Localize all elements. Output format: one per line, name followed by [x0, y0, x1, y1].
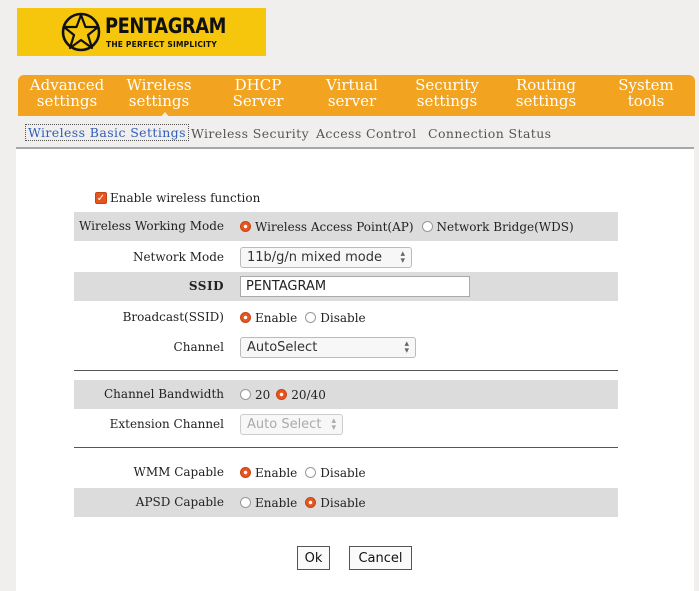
network-mode-select[interactable]: 11b/g/n mixed mode ▴ ▾ — [240, 247, 412, 268]
main-nav: Advanced settings Wireless settings DHCP… — [18, 75, 695, 116]
active-nav-indicator — [159, 112, 171, 119]
row-apsd: APSD Capable Enable Disable — [74, 488, 618, 517]
nav-advanced-settings[interactable]: Advanced settings — [22, 77, 112, 109]
nav-virtual-server[interactable]: Virtual server — [312, 77, 392, 109]
row-broadcast: Broadcast(SSID) Enable Disable — [74, 303, 618, 332]
select-arrows-icon: ▴ ▾ — [404, 339, 409, 356]
extension-channel-label: Extension Channel — [109, 417, 224, 431]
pentagram-star-icon — [61, 12, 101, 52]
nav-routing-settings[interactable]: Routing settings — [506, 77, 586, 109]
subtab-wireless-basic-settings[interactable]: Wireless Basic Settings — [25, 124, 189, 141]
row-extension-channel: Extension Channel Auto Select ▴ ▾ — [74, 410, 618, 439]
wmm-disable-label: Disable — [320, 465, 366, 480]
bandwidth-2040-label: 20/40 — [291, 387, 326, 402]
enable-wireless-label: Enable wireless function — [110, 191, 261, 205]
section-divider — [74, 447, 618, 448]
select-arrows-icon: ▴ ▾ — [400, 249, 405, 266]
working-mode-label: Wireless Working Mode — [79, 219, 224, 233]
broadcast-label: Broadcast(SSID) — [122, 310, 224, 324]
row-channel: Channel AutoSelect ▴ ▾ — [74, 333, 618, 362]
subtab-connection-status[interactable]: Connection Status — [428, 126, 552, 141]
extension-channel-select[interactable]: Auto Select ▴ ▾ — [240, 414, 343, 435]
row-working-mode: Wireless Working Mode Wireless Access Po… — [74, 212, 618, 241]
extension-channel-value: Auto Select — [247, 417, 322, 432]
broadcast-enable-radio[interactable] — [240, 312, 251, 323]
enable-wireless-checkbox[interactable]: ✓ — [95, 192, 107, 204]
bandwidth-20-radio[interactable] — [240, 389, 251, 400]
brand-logo: PENTAGRAM THE PERFECT SIMPLICITY — [17, 8, 266, 56]
row-channel-bandwidth: Channel Bandwidth 20 20/40 — [74, 380, 618, 409]
brand-tagline: THE PERFECT SIMPLICITY — [106, 40, 217, 49]
apsd-disable-radio[interactable] — [305, 497, 317, 508]
apsd-enable-label: Enable — [255, 495, 298, 510]
ssid-label: SSID — [188, 279, 224, 293]
channel-label: Channel — [173, 340, 224, 354]
working-mode-wds-radio[interactable] — [421, 221, 433, 232]
apsd-disable-label: Disable — [320, 495, 366, 510]
nav-security-settings[interactable]: Security settings — [407, 77, 487, 109]
bandwidth-2040-radio[interactable] — [276, 389, 288, 400]
section-divider — [74, 370, 618, 371]
working-mode-ap-radio[interactable] — [240, 221, 251, 232]
apsd-label: APSD Capable — [135, 495, 224, 509]
broadcast-enable-label: Enable — [255, 310, 298, 325]
network-mode-value: 11b/g/n mixed mode — [247, 250, 382, 265]
nav-system-tools[interactable]: System tools — [606, 77, 686, 109]
brand-name: PENTAGRAM — [105, 14, 226, 38]
working-mode-ap-label: Wireless Access Point(AP) — [255, 219, 414, 234]
nav-wireless-settings[interactable]: Wireless settings — [119, 77, 199, 109]
subtab-access-control[interactable]: Access Control — [316, 126, 417, 141]
wmm-enable-radio[interactable] — [240, 467, 251, 478]
cancel-button[interactable]: Cancel — [349, 546, 412, 570]
bandwidth-20-label: 20 — [255, 387, 271, 402]
nav-dhcp-server[interactable]: DHCP Server — [218, 77, 298, 109]
select-arrows-icon: ▴ ▾ — [331, 416, 336, 433]
wmm-label: WMM Capable — [133, 465, 224, 479]
network-mode-label: Network Mode — [132, 250, 224, 264]
row-network-mode: Network Mode 11b/g/n mixed mode ▴ ▾ — [74, 243, 618, 272]
channel-bandwidth-label: Channel Bandwidth — [104, 387, 224, 401]
wmm-disable-radio[interactable] — [305, 467, 317, 478]
enable-wireless-option: ✓ Enable wireless function — [95, 191, 260, 205]
row-wmm: WMM Capable Enable Disable — [74, 458, 618, 487]
channel-value: AutoSelect — [247, 340, 318, 355]
apsd-enable-radio[interactable] — [240, 497, 251, 508]
broadcast-disable-radio[interactable] — [305, 312, 317, 323]
subtab-wireless-security[interactable]: Wireless Security — [191, 126, 309, 141]
ssid-input[interactable]: PENTAGRAM — [240, 276, 470, 297]
ssid-value: PENTAGRAM — [246, 279, 327, 294]
working-mode-wds-label: Network Bridge(WDS) — [436, 219, 574, 234]
wmm-enable-label: Enable — [255, 465, 298, 480]
broadcast-disable-label: Disable — [320, 310, 366, 325]
channel-select[interactable]: AutoSelect ▴ ▾ — [240, 337, 416, 358]
row-ssid: SSID PENTAGRAM — [74, 272, 618, 301]
ok-button[interactable]: Ok — [297, 546, 330, 570]
